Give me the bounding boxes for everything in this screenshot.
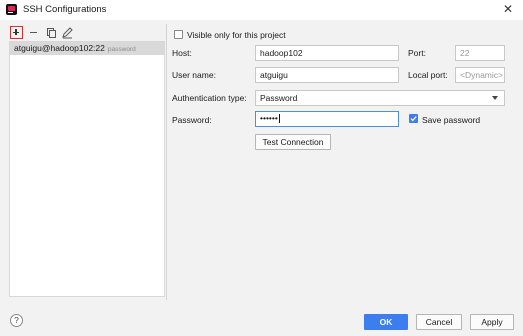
app-icon [6,4,17,15]
chevron-down-icon [492,96,498,100]
copy-icon[interactable] [44,26,57,39]
port-label: Port: [408,48,426,58]
host-field[interactable]: hadoop102 [255,45,399,61]
visible-only-checkbox[interactable] [174,30,183,39]
add-icon[interactable] [10,26,23,39]
save-password-checkbox[interactable] [409,114,418,123]
title-bar: SSH Configurations ✕ [0,0,523,20]
username-field[interactable]: atguigu [255,67,399,83]
password-value: •••••• [260,113,278,123]
password-field[interactable]: •••••• [255,111,399,127]
apply-button[interactable]: Apply [470,314,514,330]
close-icon[interactable]: ✕ [501,2,515,16]
save-password-label: Save password [422,115,481,125]
username-label: User name: [172,70,216,80]
configurations-toolbar [7,25,165,41]
help-icon[interactable]: ? [10,314,23,327]
host-label: Host: [172,48,192,58]
auth-type-value: Password [260,93,298,103]
configuration-form: Visible only for this project Host: hado… [167,25,523,300]
ok-button[interactable]: OK [364,314,408,330]
config-host: atguigu@hadoop102:22 [14,43,105,53]
list-item[interactable]: atguigu@hadoop102:22 password [10,42,164,55]
test-connection-button[interactable]: Test Connection [255,134,331,150]
configurations-pane: atguigu@hadoop102:22 password [7,25,165,298]
minus-icon[interactable] [28,26,41,39]
port-field[interactable]: 22 [455,45,505,61]
auth-type-label: Authentication type: [172,93,247,103]
configurations-list: atguigu@hadoop102:22 password [9,41,165,297]
password-label: Password: [172,115,212,125]
text-caret [278,114,280,124]
local-port-label: Local port: [408,70,448,80]
visible-only-label: Visible only for this project [187,30,286,40]
pencil-icon[interactable] [61,26,74,39]
local-port-field[interactable]: <Dynamic> [455,67,505,83]
auth-type-select[interactable]: Password [255,90,505,106]
window-title: SSH Configurations [23,4,107,15]
cancel-button[interactable]: Cancel [416,314,462,330]
config-auth-note: password [107,46,136,53]
